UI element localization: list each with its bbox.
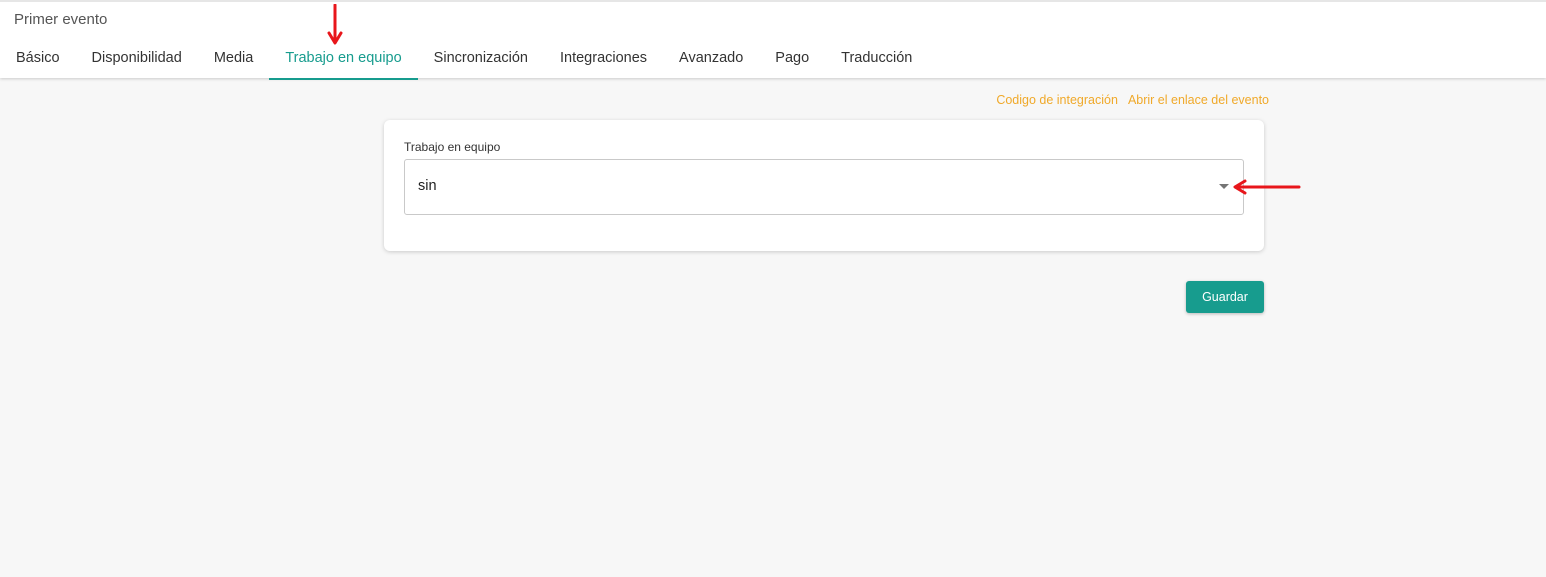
tab-traduccion[interactable]: Traducción <box>825 36 928 80</box>
teamwork-select-value: sin <box>418 178 437 194</box>
tab-media[interactable]: Media <box>198 36 270 80</box>
top-links: Codigo de integración Abrir el enlace de… <box>996 93 1269 107</box>
caret-down-icon[interactable] <box>1219 184 1229 189</box>
tab-disponibilidad[interactable]: Disponibilidad <box>76 36 198 80</box>
teamwork-select[interactable]: sin <box>404 159 1244 215</box>
app-header: Primer evento Básico Disponibilidad Medi… <box>0 0 1546 80</box>
integration-code-link[interactable]: Codigo de integración <box>996 93 1118 107</box>
tab-trabajo-en-equipo[interactable]: Trabajo en equipo <box>269 36 419 80</box>
tab-basico[interactable]: Básico <box>0 36 76 80</box>
save-button[interactable]: Guardar <box>1186 281 1264 313</box>
tab-avanzado[interactable]: Avanzado <box>663 36 759 80</box>
teamwork-label: Trabajo en equipo <box>404 140 501 154</box>
open-event-link[interactable]: Abrir el enlace del evento <box>1128 93 1269 107</box>
tab-integraciones[interactable]: Integraciones <box>544 36 663 80</box>
tab-sincronizacion[interactable]: Sincronización <box>418 36 544 80</box>
tab-pago[interactable]: Pago <box>759 36 825 80</box>
event-title: Primer evento <box>14 11 108 28</box>
tab-bar: Básico Disponibilidad Media Trabajo en e… <box>0 36 928 80</box>
teamwork-card: Trabajo en equipo sin <box>384 120 1264 251</box>
